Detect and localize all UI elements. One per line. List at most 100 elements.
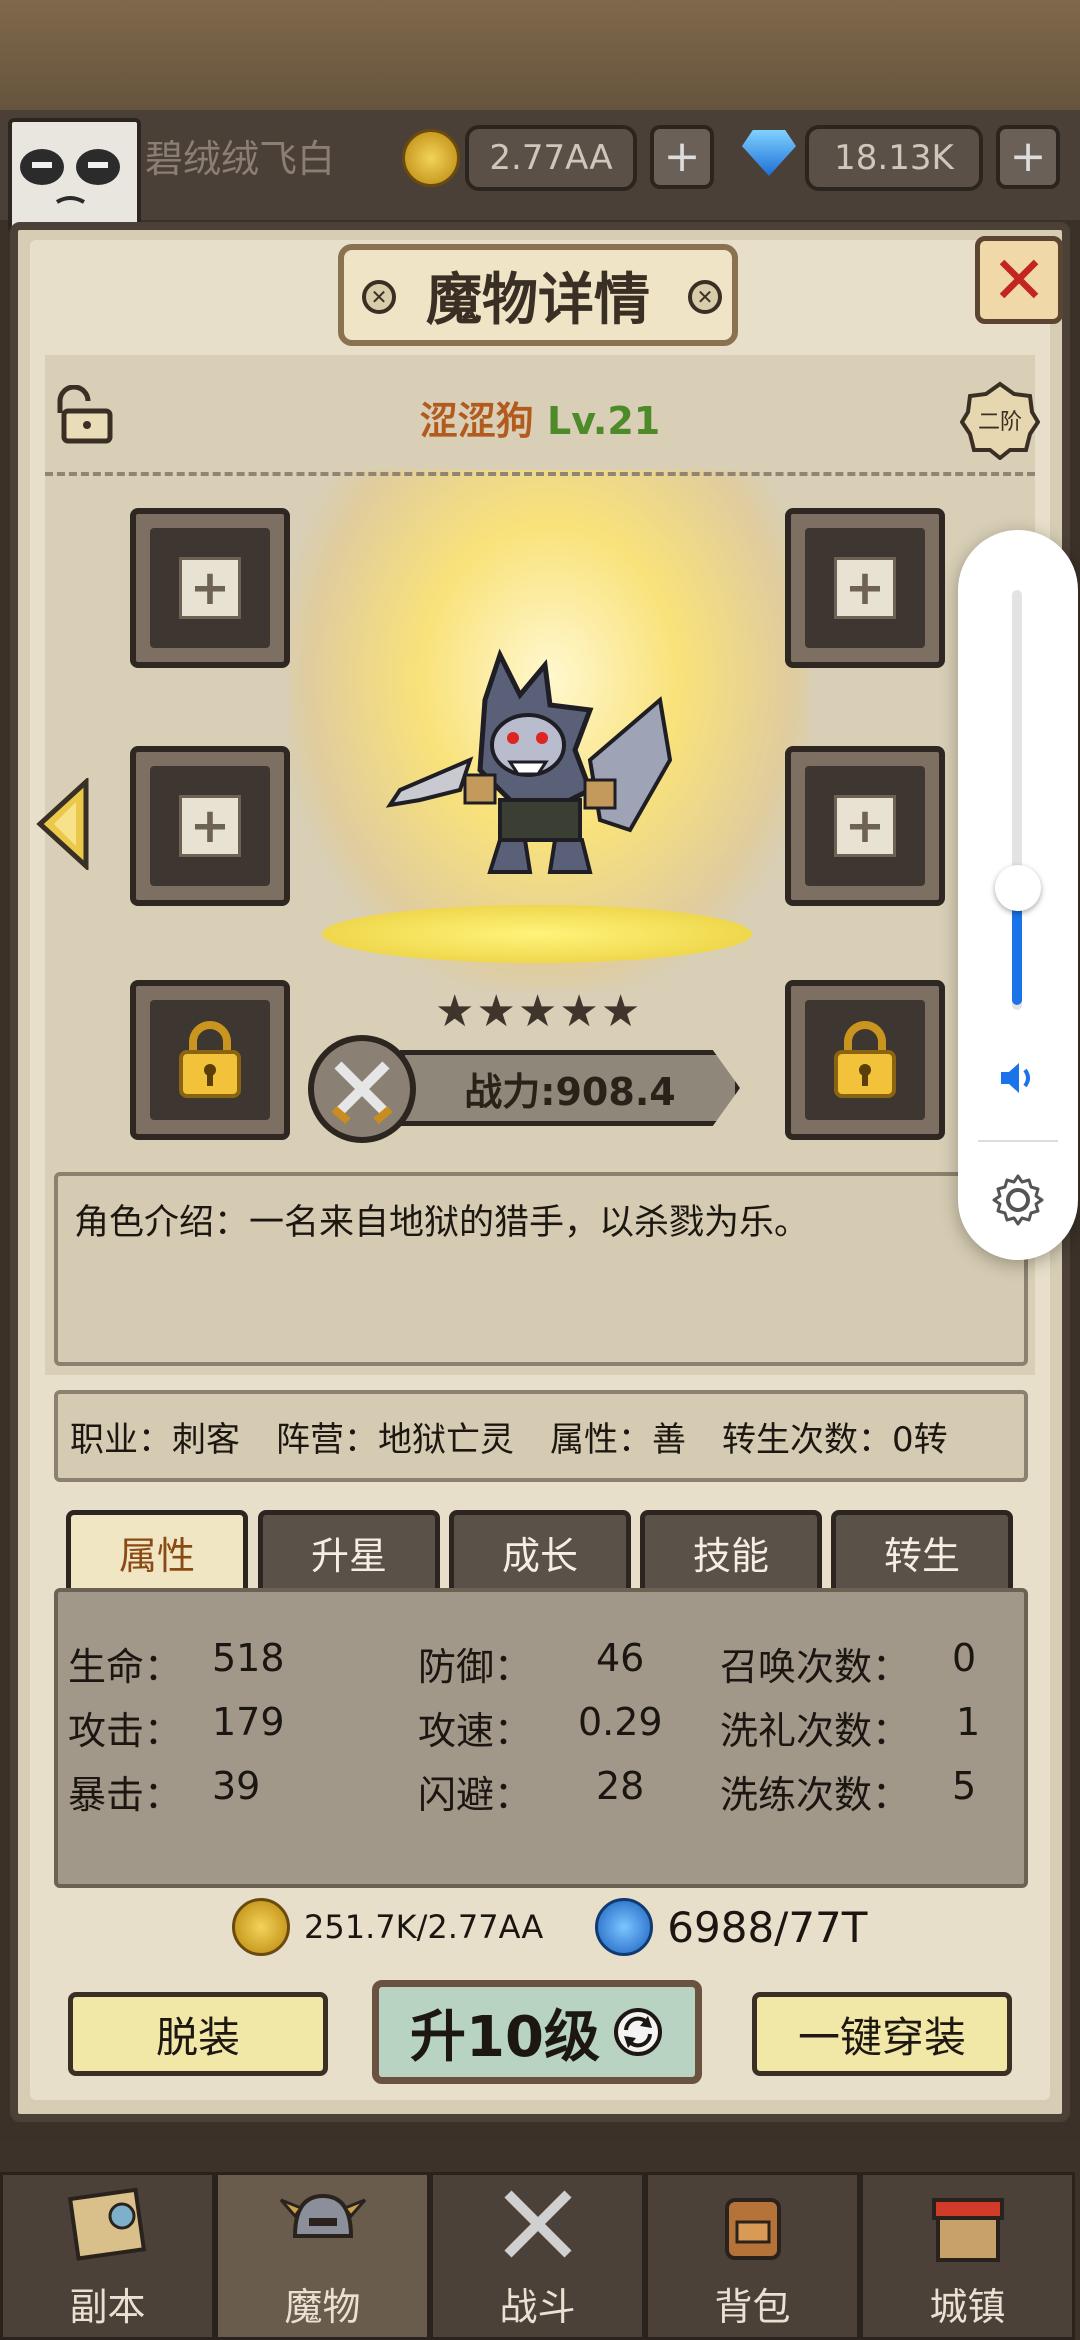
tab-star-up[interactable]: 升星 bbox=[258, 1510, 440, 1590]
monster-helmet-icon bbox=[279, 2193, 366, 2238]
previous-monster-arrow-icon[interactable] bbox=[36, 778, 90, 870]
refresh-icon bbox=[613, 2008, 662, 2056]
equip-slot-locked-right[interactable] bbox=[785, 980, 945, 1140]
add-gold-button[interactable]: + bbox=[650, 125, 714, 189]
gold-amount: 2.77AA bbox=[465, 125, 637, 191]
nav-battle[interactable]: 战斗 bbox=[430, 2172, 645, 2340]
unequip-button[interactable]: 脱装 bbox=[68, 1992, 328, 2076]
stat-value: 39 bbox=[212, 1764, 261, 1808]
power-emblem bbox=[308, 1035, 416, 1143]
stat-value: 518 bbox=[212, 1636, 285, 1680]
volume-slider-handle[interactable] bbox=[995, 865, 1041, 911]
stat-label: 攻速： bbox=[418, 1709, 533, 1753]
volume-divider bbox=[978, 1140, 1058, 1142]
stat-value: 0.29 bbox=[578, 1700, 663, 1744]
crystal-cost: 6988/77T bbox=[667, 1902, 868, 1952]
tab-growth[interactable]: 成长 bbox=[449, 1510, 631, 1590]
gold-coin-icon bbox=[232, 1898, 290, 1956]
gold-cost: 251.7K/2.77AA bbox=[304, 1908, 544, 1946]
nav-label: 背包 bbox=[714, 2285, 791, 2329]
rank-label: 二阶 bbox=[977, 410, 1022, 435]
stat-value: 46 bbox=[596, 1636, 645, 1680]
crossed-swords-icon bbox=[503, 2190, 572, 2258]
info-row: 职业：刺客 阵营：地狱亡灵 属性：善 转生次数：0转 bbox=[54, 1390, 1028, 1482]
settings-gear-icon[interactable] bbox=[990, 1172, 1046, 1228]
gold-coin-icon bbox=[402, 129, 460, 187]
nav-town[interactable]: 城镇 bbox=[860, 2172, 1075, 2340]
player-avatar[interactable] bbox=[8, 118, 141, 234]
plus-icon: + bbox=[179, 557, 241, 619]
monster-title: 涩涩狗 Lv.21 bbox=[380, 390, 700, 445]
power-bar: 战力:908.4 bbox=[400, 1050, 740, 1126]
description-box: 角色介绍：一名来自地狱的猎手，以杀戮为乐。 bbox=[54, 1172, 1028, 1366]
add-gems-button[interactable]: + bbox=[996, 125, 1060, 189]
crystal-coin-icon bbox=[595, 1898, 654, 1956]
glow-pedestal bbox=[322, 905, 752, 963]
equip-all-button[interactable]: 一键穿装 bbox=[752, 1992, 1012, 2076]
unlock-icon[interactable] bbox=[48, 385, 116, 445]
equip-slot-left-2[interactable]: + bbox=[130, 746, 290, 906]
background-top bbox=[0, 0, 1080, 110]
nav-label: 城镇 bbox=[929, 2285, 1006, 2329]
close-button[interactable]: ✕ bbox=[975, 236, 1063, 324]
plus-icon: + bbox=[179, 795, 241, 857]
stat-value: 5 bbox=[952, 1764, 977, 1808]
tab-skills[interactable]: 技能 bbox=[640, 1510, 822, 1590]
rivet-icon: ✕ bbox=[688, 280, 722, 314]
upgrade-label: 升10级 bbox=[410, 2004, 600, 2070]
stat-label: 闪避： bbox=[418, 1773, 533, 1817]
panda-avatar-icon bbox=[20, 149, 120, 204]
upgrade-cost: 251.7K/2.77AA 6988/77T bbox=[232, 1898, 867, 1956]
gem-amount: 18.13K bbox=[805, 125, 983, 191]
crossed-swords-icon bbox=[331, 1061, 393, 1125]
rivet-icon: ✕ bbox=[362, 280, 396, 314]
nav-label: 副本 bbox=[69, 2285, 146, 2329]
power-value: 战力:908.4 bbox=[464, 1069, 676, 1114]
nav-backpack[interactable]: 背包 bbox=[645, 2172, 860, 2340]
rank-badge: 二阶 bbox=[959, 380, 1041, 461]
speaker-icon[interactable] bbox=[995, 1055, 1041, 1101]
lock-icon bbox=[834, 1021, 896, 1098]
star-icon: ★ bbox=[435, 986, 475, 1037]
monster-description: 角色介绍：一名来自地狱的猎手，以杀戮为乐。 bbox=[74, 1203, 810, 1243]
stat-value: 28 bbox=[596, 1764, 645, 1808]
lock-icon bbox=[179, 1021, 241, 1098]
star-icon: ★ bbox=[476, 986, 516, 1037]
equip-slot-locked-left[interactable] bbox=[130, 980, 290, 1140]
class-info: 职业：刺客 bbox=[70, 1419, 240, 1460]
player-name: 碧绒绒飞白 bbox=[145, 137, 336, 181]
stat-label: 洗练次数： bbox=[720, 1773, 911, 1817]
dashed-divider bbox=[45, 472, 1035, 476]
equip-slot-right-1[interactable]: + bbox=[785, 508, 945, 668]
stat-label: 洗礼次数： bbox=[720, 1709, 911, 1753]
nav-label: 魔物 bbox=[284, 2285, 361, 2329]
title-plate: 魔物详情 bbox=[338, 244, 738, 346]
star-icon: ★ bbox=[600, 986, 641, 1037]
faction-info: 阵营：地狱亡灵 bbox=[276, 1419, 514, 1460]
stat-label: 生命： bbox=[68, 1645, 183, 1689]
panel-title: 魔物详情 bbox=[426, 267, 650, 333]
map-icon bbox=[67, 2187, 146, 2261]
monster-name: 涩涩狗 bbox=[419, 399, 534, 443]
star-icon: ★ bbox=[559, 986, 599, 1037]
equip-slot-right-2[interactable]: + bbox=[785, 746, 945, 906]
nav-monster[interactable]: 魔物 bbox=[215, 2172, 430, 2340]
nav-dungeon[interactable]: 副本 bbox=[0, 2172, 215, 2340]
equip-slot-left-1[interactable]: + bbox=[130, 508, 290, 668]
stat-label: 召唤次数： bbox=[720, 1645, 911, 1689]
werewolf-monster-sprite bbox=[385, 648, 673, 874]
stat-label: 防御： bbox=[418, 1645, 533, 1689]
stat-label: 攻击： bbox=[68, 1709, 183, 1753]
tab-attributes[interactable]: 属性 bbox=[66, 1510, 248, 1590]
nav-label: 战斗 bbox=[499, 2285, 576, 2329]
monster-level: Lv.21 bbox=[547, 399, 661, 443]
star-icon: ★ bbox=[517, 986, 558, 1037]
upgrade-10-levels-button[interactable]: 升10级 bbox=[372, 1980, 702, 2084]
star-rating: ★ ★ ★ ★ ★ bbox=[435, 990, 640, 1034]
stat-value: 0 bbox=[952, 1636, 977, 1680]
stat-value: 179 bbox=[212, 1700, 285, 1744]
plus-icon: + bbox=[834, 795, 896, 857]
tab-rebirth[interactable]: 转生 bbox=[831, 1510, 1013, 1590]
backpack-icon bbox=[724, 2198, 781, 2260]
attribute-info: 属性：善 bbox=[550, 1419, 686, 1460]
